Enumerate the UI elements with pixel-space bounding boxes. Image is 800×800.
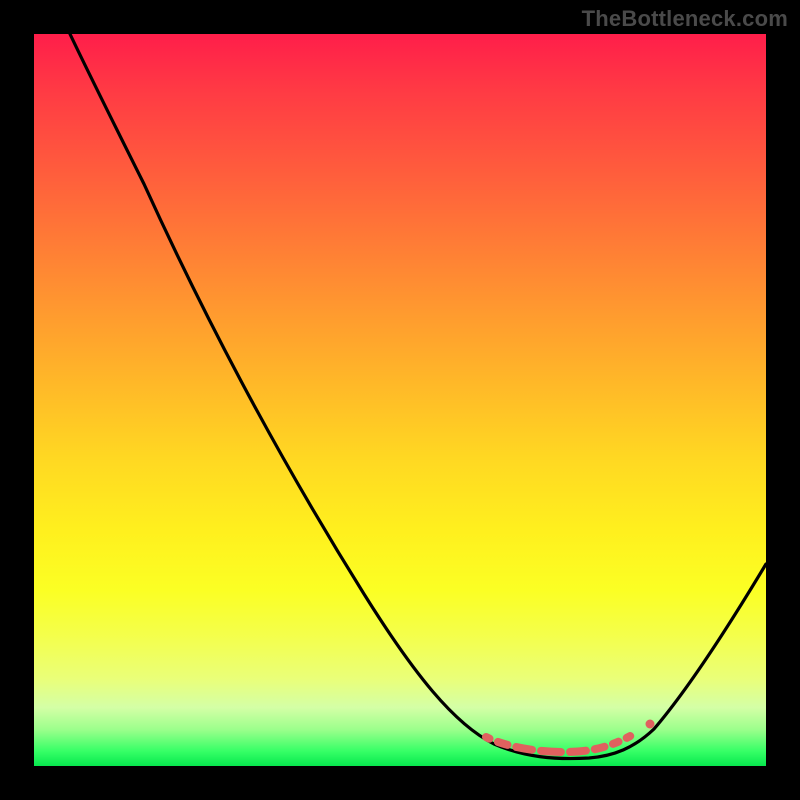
marker-dot bbox=[646, 720, 655, 729]
plot-area bbox=[34, 34, 766, 766]
curve-path bbox=[70, 34, 766, 759]
watermark-text: TheBottleneck.com bbox=[582, 6, 788, 32]
bottleneck-curve bbox=[34, 34, 766, 766]
chart-frame: TheBottleneck.com bbox=[0, 0, 800, 800]
